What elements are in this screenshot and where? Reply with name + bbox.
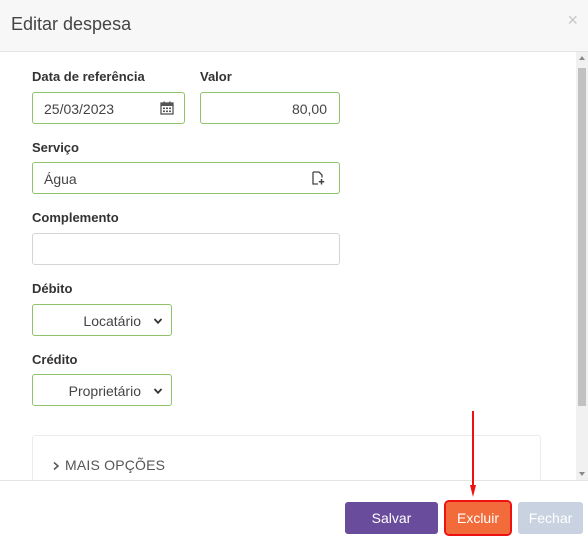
debit-label: Débito <box>32 281 73 296</box>
close-icon[interactable]: × <box>567 11 578 29</box>
modal-title: Editar despesa <box>11 14 132 34</box>
delete-button[interactable]: Excluir <box>444 500 512 536</box>
chevron-down-icon <box>153 318 163 325</box>
reference-date-value: 25/03/2023 <box>44 101 115 117</box>
credit-selected-value: Proprietário <box>68 383 141 399</box>
more-options-label: MAIS OPÇÕES <box>65 457 166 473</box>
credit-label: Crédito <box>32 352 78 367</box>
modal-footer: Salvar Excluir Fechar <box>0 480 588 552</box>
amount-value: 80,00 <box>291 101 327 117</box>
modal-body: Data de referência 25/03/2023 Valor 80,0… <box>0 52 576 480</box>
service-field[interactable]: Água <box>32 162 340 194</box>
scroll-up-arrow-icon[interactable] <box>579 56 585 60</box>
reference-date-field[interactable]: 25/03/2023 <box>32 92 185 124</box>
scroll-down-arrow-icon[interactable] <box>579 472 585 476</box>
amount-field[interactable]: 80,00 <box>200 92 340 124</box>
debit-select[interactable]: Locatário <box>32 304 172 336</box>
complement-field[interactable] <box>32 233 340 265</box>
more-options-panel[interactable]: MAIS OPÇÕES <box>32 435 541 480</box>
chevron-right-icon <box>53 461 60 471</box>
calendar-icon[interactable] <box>160 101 174 115</box>
amount-label: Valor <box>200 69 232 84</box>
modal-header: Editar despesa × <box>0 0 588 52</box>
save-button[interactable]: Salvar <box>345 502 438 534</box>
debit-selected-value: Locatário <box>83 313 141 329</box>
scrollbar[interactable] <box>576 52 588 480</box>
complement-label: Complemento <box>32 210 119 225</box>
chevron-down-icon <box>153 388 163 395</box>
credit-select[interactable]: Proprietário <box>32 374 172 406</box>
reference-date-label: Data de referência <box>32 69 145 84</box>
add-document-icon[interactable] <box>311 171 325 185</box>
close-button[interactable]: Fechar <box>518 502 583 534</box>
service-value: Água <box>44 171 77 187</box>
scrollbar-thumb[interactable] <box>578 68 586 406</box>
edit-expense-modal: Editar despesa × Data de referência 25/0… <box>0 0 588 552</box>
service-label: Serviço <box>32 140 79 155</box>
